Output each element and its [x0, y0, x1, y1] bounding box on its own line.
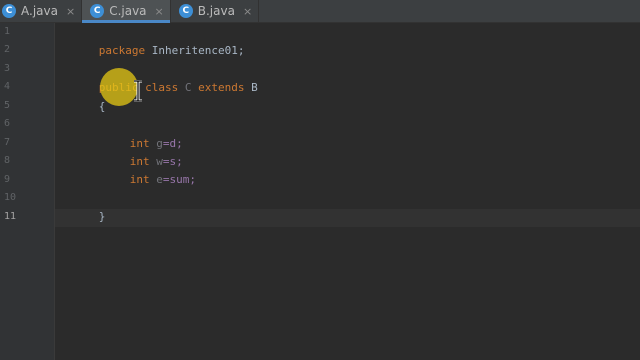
class-name: C	[184, 81, 192, 94]
ide-window: C A.java × C C.java × C B.java × 1 2 3 4…	[0, 0, 640, 360]
tab-label: B.java	[197, 4, 235, 18]
close-brace: }	[98, 210, 106, 223]
line-number: 6	[4, 118, 11, 129]
keyword-int: int	[129, 173, 150, 186]
line-number-gutter[interactable]: 1 2 3 4 5 6 7 8 9 10 11	[0, 23, 55, 360]
tab-a-java[interactable]: C A.java ×	[0, 0, 83, 22]
line-number: 10	[4, 192, 17, 203]
line-number: 1	[4, 26, 11, 37]
code-line-3: public class C extends B	[59, 61, 258, 94]
field-name: e	[156, 173, 163, 186]
editor-tab-bar: C A.java × C C.java × C B.java ×	[0, 0, 640, 23]
line-number: 5	[4, 100, 11, 111]
java-class-icon: C	[178, 4, 193, 18]
code-line-1: package Inheritence01;	[59, 24, 245, 57]
keyword-extends: extends	[198, 81, 245, 94]
line-number: 4	[4, 81, 11, 92]
code-line-7: int w=s;	[90, 135, 183, 168]
close-icon[interactable]: ×	[155, 6, 164, 17]
close-icon[interactable]: ×	[243, 6, 252, 17]
keyword-package: package	[98, 44, 146, 57]
code-line-8: int e=sum;	[90, 153, 196, 186]
line-number-current: 11	[4, 211, 17, 222]
line-number: 8	[4, 155, 11, 166]
code-line-10: }	[59, 190, 106, 223]
tab-label: C.java	[109, 4, 147, 18]
line-number: 3	[4, 63, 11, 74]
java-class-icon: C	[90, 4, 105, 18]
line-number: 2	[4, 44, 11, 55]
close-icon[interactable]: ×	[66, 6, 75, 17]
code-line-4: {	[59, 80, 106, 113]
java-class-icon: C	[2, 4, 16, 18]
code-editor[interactable]: package Inheritence01; public class C ex…	[59, 23, 258, 223]
field-initializer: =sum;	[162, 173, 196, 186]
tab-label: A.java	[21, 4, 58, 18]
open-brace: {	[98, 100, 106, 113]
tab-c-java[interactable]: C C.java ×	[82, 0, 171, 23]
text-cursor-icon	[134, 80, 142, 102]
code-line-6: int g=d;	[90, 117, 183, 150]
line-number: 9	[4, 174, 11, 185]
current-line-highlight	[55, 209, 640, 227]
keyword-class: class	[145, 81, 179, 94]
line-number: 7	[4, 137, 11, 148]
tab-b-java[interactable]: C B.java ×	[171, 0, 260, 22]
parent-class-name: B	[251, 81, 258, 94]
package-name: Inheritence01;	[145, 44, 245, 57]
